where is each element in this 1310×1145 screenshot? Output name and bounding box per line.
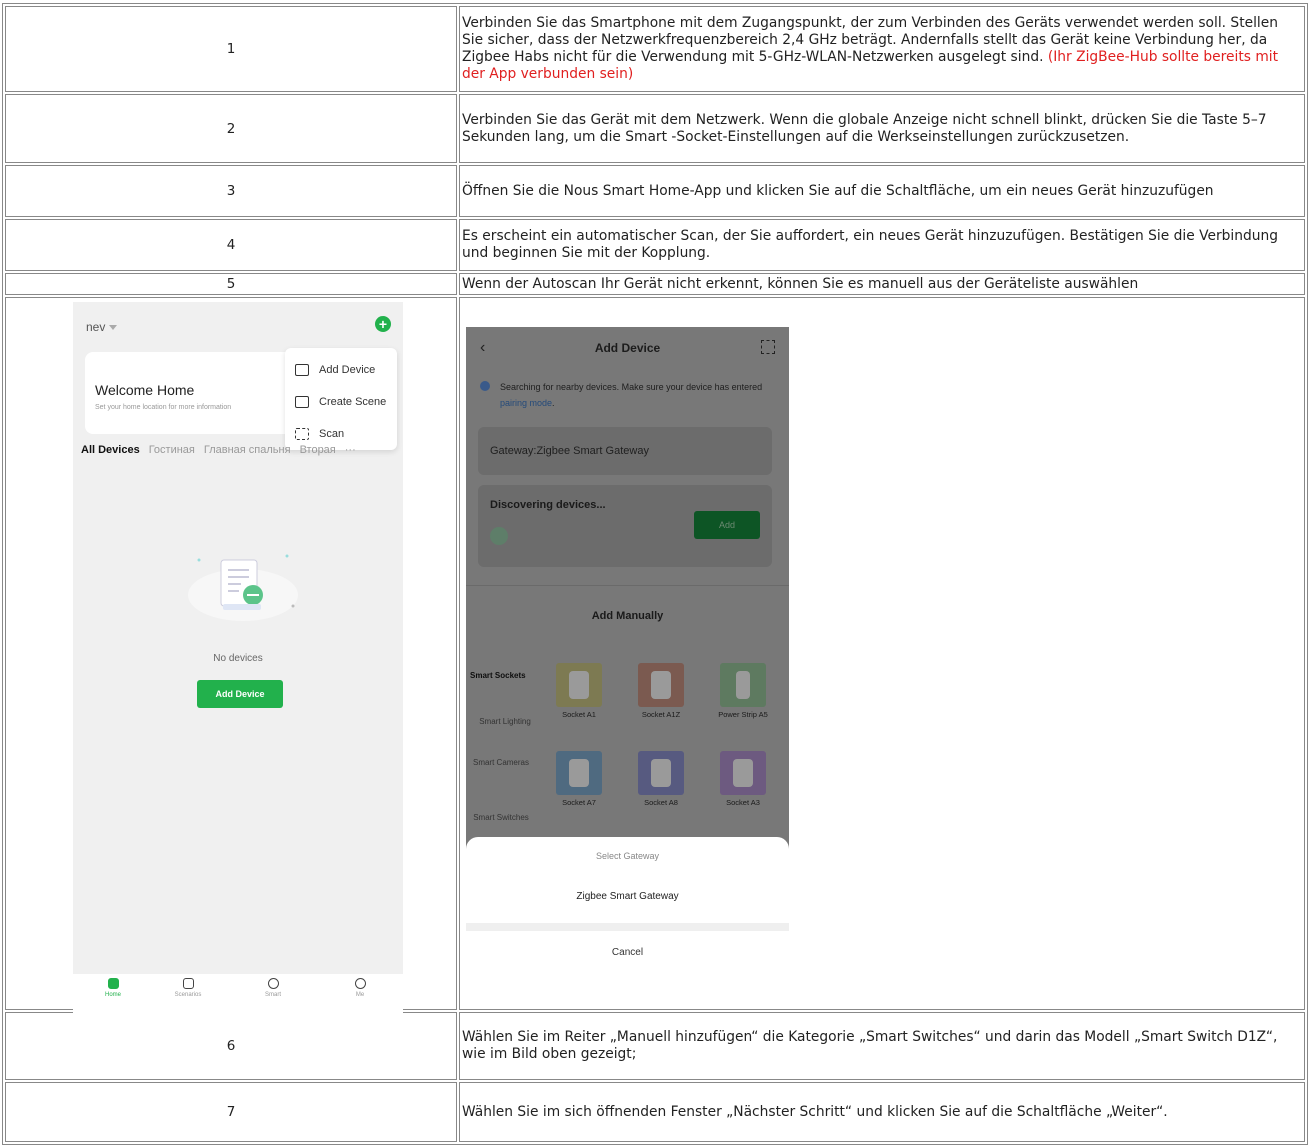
device-tile-power-strip-a5[interactable] (720, 663, 766, 707)
step-number: 2 (5, 94, 457, 163)
welcome-subtitle: Set your home location for more informat… (95, 404, 232, 411)
create-scene-icon (295, 396, 309, 408)
add-menu: Add Device Create Scene Scan (285, 348, 397, 450)
bottom-nav: Home Scenarios Smart Me (73, 974, 403, 1014)
tab-room[interactable]: Главная спальня (204, 444, 291, 456)
step-number: 7 (5, 1082, 457, 1142)
step-text: Wenn der Autoscan Ihr Gerät nicht erkenn… (459, 273, 1305, 295)
device-label: Socket A7 (562, 798, 596, 807)
nav-label: Smart (264, 992, 281, 998)
step-number: 6 (5, 1012, 457, 1080)
device-label: Socket A3 (726, 798, 760, 807)
device-tile-socket-a8[interactable] (638, 751, 684, 795)
pairing-mode-link[interactable]: pairing mode (500, 398, 552, 408)
more-icon[interactable]: ··· (345, 444, 356, 456)
searching-icon (480, 381, 490, 391)
empty-state-text: No devices (213, 653, 263, 664)
socket-icon (569, 759, 589, 787)
socket-icon (651, 671, 671, 699)
empty-state-illustration (188, 554, 298, 621)
gateway-option[interactable]: Zigbee Smart Gateway (466, 891, 789, 902)
category-smart-lighting[interactable]: Smart Lighting (470, 717, 540, 726)
socket-icon (733, 759, 753, 787)
sheet-title: Select Gateway (595, 851, 660, 861)
home-selector[interactable]: nev (86, 320, 118, 334)
step-number: 1 (5, 6, 457, 92)
add-button[interactable]: Add (694, 511, 760, 539)
tab-room[interactable]: Вторая (300, 444, 336, 456)
category-smart-sockets[interactable]: Smart Sockets (470, 671, 540, 680)
nav-smart[interactable]: Smart (248, 978, 298, 998)
add-device-screenshot: ‹ Add Device Searching for nearby device… (466, 327, 789, 979)
device-label: Socket A1 (562, 710, 596, 719)
add-manually-heading: Add Manually (591, 610, 664, 622)
nav-label: Me (355, 992, 365, 998)
nav-label: Home (104, 992, 121, 998)
scan-icon (295, 428, 309, 440)
category-smart-switches[interactable]: Smart Switches (470, 813, 532, 822)
add-device-icon (295, 364, 309, 376)
menu-label: Scan (319, 428, 345, 440)
category-smart-cameras[interactable]: Smart Cameras (470, 758, 532, 767)
menu-item-add-device[interactable]: Add Device (295, 360, 375, 380)
cancel-button[interactable]: Cancel (466, 947, 789, 958)
step-text: Verbinden Sie das Smartphone mit dem Zug… (459, 6, 1305, 92)
tab-all-devices[interactable]: All Devices (81, 444, 140, 456)
smart-icon (267, 978, 279, 989)
sheet-divider (466, 923, 789, 931)
home-icon (107, 978, 119, 989)
caret-down-icon (109, 325, 118, 331)
home-name: nev (86, 320, 106, 334)
step-number: 5 (5, 273, 457, 295)
device-icon (490, 527, 508, 545)
menu-item-scan[interactable]: Scan (295, 424, 344, 444)
scenarios-icon (182, 978, 194, 989)
power-strip-icon (736, 671, 750, 699)
device-label: Socket A1Z (641, 710, 681, 719)
nav-label: Scenarios (174, 992, 202, 998)
menu-label: Create Scene (319, 396, 387, 408)
step-number: 4 (5, 219, 457, 271)
device-tile-socket-a3[interactable] (720, 751, 766, 795)
device-tile-socket-a1z[interactable] (638, 663, 684, 707)
screenshot-cell-home: nev + Welcome Home Set your home locatio… (5, 297, 457, 1014)
socket-icon (651, 759, 671, 787)
step-text: Es erscheint ein automatischer Scan, der… (459, 219, 1305, 271)
welcome-card[interactable]: Welcome Home Set your home location for … (85, 352, 307, 434)
device-label: Power Strip A5 (718, 710, 768, 719)
device-tile-socket-a1[interactable] (556, 663, 602, 707)
add-device-button[interactable]: Add Device (197, 680, 283, 708)
scan-icon[interactable] (761, 340, 775, 354)
gateway-card[interactable]: Gateway:Zigbee Smart Gateway (478, 427, 772, 475)
divider (466, 585, 789, 586)
nav-home[interactable]: Home (88, 978, 138, 998)
device-label: Socket A8 (644, 798, 678, 807)
nav-scenarios[interactable]: Scenarios (163, 978, 213, 998)
step-text: Öffnen Sie die Nous Smart Home-App und k… (459, 165, 1305, 217)
nav-me[interactable]: Me (335, 978, 385, 998)
menu-item-create-scene[interactable]: Create Scene (295, 392, 386, 412)
welcome-title: Welcome Home (95, 382, 195, 398)
socket-icon (569, 671, 589, 699)
menu-label: Add Device (319, 364, 376, 376)
device-tile-socket-a7[interactable] (556, 751, 602, 795)
step-number: 3 (5, 165, 457, 217)
steps-table: 1 Verbinden Sie das Smartphone mit dem Z… (2, 3, 1308, 1145)
searching-text: Searching for nearby devices. Make sure … (500, 382, 763, 408)
profile-icon (354, 978, 366, 989)
discovering-card: Discovering devices... Add (478, 485, 772, 567)
select-gateway-sheet: Select Gateway Zigbee Smart Gateway Canc… (466, 837, 789, 979)
step-text: Wählen Sie im Reiter „Manuell hinzufügen… (459, 1012, 1305, 1080)
tab-room[interactable]: Гостиная (149, 444, 195, 456)
screenshot-cell-add-device: ‹ Add Device Searching for nearby device… (459, 297, 1305, 1010)
step-text: Verbinden Sie das Gerät mit dem Netzwerk… (459, 94, 1305, 163)
room-tabs: All Devices Гостиная Главная спальня Вторая… (81, 444, 399, 456)
step-text: Wählen Sie im sich öffnenden Fenster „Nä… (459, 1082, 1305, 1142)
plus-icon[interactable]: + (375, 316, 391, 332)
screen-title: Add Device (594, 341, 661, 355)
discovering-label: Discovering devices... (490, 499, 606, 511)
home-screen-screenshot: nev + Welcome Home Set your home locatio… (73, 302, 403, 1014)
